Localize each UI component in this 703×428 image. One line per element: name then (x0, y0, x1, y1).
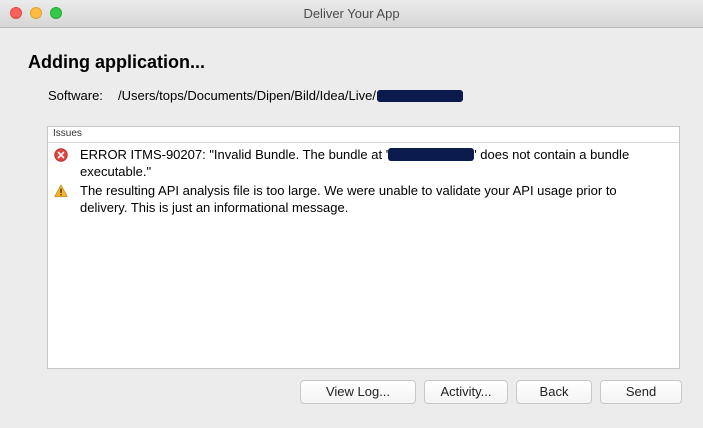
issue-text-warning: The resulting API analysis file is too l… (80, 183, 617, 215)
back-button[interactable]: Back (516, 380, 592, 404)
issue-item-warning[interactable]: The resulting API analysis file is too l… (48, 182, 679, 218)
deliver-app-window: Deliver Your App Adding application... S… (0, 0, 703, 428)
software-path: /Users/tops/Documents/Dipen/Bild/Idea/Li… (118, 88, 376, 103)
issues-panel: Issues ERROR ITMS-90207: "Invalid Bundle… (47, 126, 680, 369)
issue-text-error: ERROR ITMS-90207: "Invalid Bundle. The b… (80, 146, 665, 180)
issue-item-error[interactable]: ERROR ITMS-90207: "Invalid Bundle. The b… (48, 146, 679, 182)
page-heading: Adding application... (28, 52, 205, 72)
title-bar: Deliver Your App (0, 0, 703, 28)
activity-button[interactable]: Activity... (424, 380, 508, 404)
issues-header: Issues (48, 127, 679, 143)
redaction-mark (376, 89, 463, 102)
send-button[interactable]: Send (600, 380, 682, 404)
error-icon (54, 148, 68, 162)
view-log-button[interactable]: View Log... (300, 380, 416, 404)
redaction-mark (388, 148, 475, 162)
software-row: Software: /Users/tops/Documents/Dipen/Bil… (48, 88, 463, 103)
warning-icon (54, 184, 68, 197)
software-label: Software: (48, 88, 103, 103)
error-text-start: ERROR ITMS-90207: "Invalid Bundle. The b… (80, 147, 389, 162)
window-title: Deliver Your App (303, 6, 400, 21)
